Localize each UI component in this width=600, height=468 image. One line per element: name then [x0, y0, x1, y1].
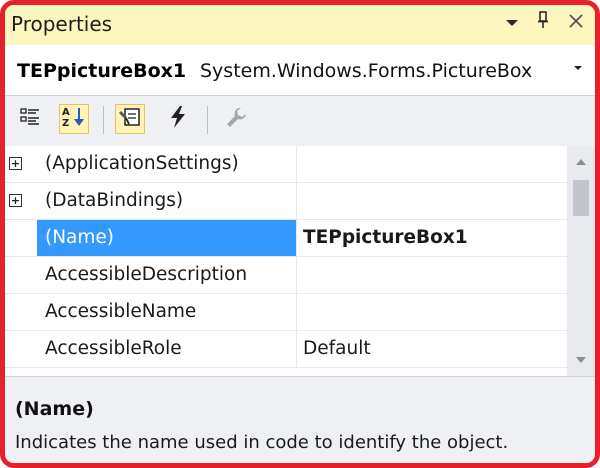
property-name[interactable]: AccessibleName — [37, 294, 296, 330]
expand-icon[interactable]: + — [9, 157, 22, 170]
object-selector[interactable]: TEPpictureBox1 System.Windows.Forms.Pict… — [5, 45, 595, 96]
close-icon[interactable] — [565, 11, 587, 35]
lightning-icon — [168, 105, 188, 133]
chevron-down-icon[interactable] — [573, 61, 583, 76]
categorized-button[interactable] — [15, 104, 45, 134]
row-gutter — [5, 220, 37, 257]
alphabetical-button[interactable]: A Z — [59, 104, 89, 134]
description-title: (Name) — [15, 398, 94, 420]
scroll-down-icon[interactable] — [571, 350, 591, 370]
svg-text:A: A — [62, 107, 70, 118]
row-gutter — [5, 294, 37, 331]
properties-icon — [118, 105, 142, 133]
svg-text:Z: Z — [62, 118, 69, 129]
toolbar-separator — [103, 106, 104, 134]
expand-icon[interactable]: + — [9, 194, 22, 207]
property-pages-button[interactable] — [221, 104, 251, 134]
property-name[interactable]: (DataBindings) — [37, 183, 296, 219]
property-name[interactable]: (ApplicationSettings) — [37, 146, 296, 182]
categorized-icon — [19, 106, 41, 132]
title-bar: Properties — [5, 5, 595, 45]
selected-object-name: TEPpictureBox1 — [17, 60, 187, 82]
description-splitter[interactable] — [5, 376, 595, 384]
description-pane: (Name) Indicates the name used in code t… — [5, 384, 595, 463]
dropdown-arrow-icon[interactable] — [501, 11, 523, 35]
row-gutter — [5, 331, 37, 368]
property-row[interactable]: + (ApplicationSettings) — [5, 146, 567, 183]
property-value[interactable] — [297, 146, 567, 182]
property-name[interactable]: AccessibleRole — [37, 331, 296, 367]
property-grid: + (ApplicationSettings) + (DataBindings)… — [5, 146, 567, 376]
property-row-selected[interactable]: (Name) TEPpictureBox1 — [5, 220, 567, 257]
row-gutter: + — [5, 183, 37, 220]
selected-object-type: System.Windows.Forms.PictureBox — [200, 60, 533, 82]
property-value[interactable] — [297, 183, 567, 219]
property-value[interactable] — [297, 257, 567, 293]
properties-toolbar: A Z — [5, 96, 595, 146]
property-row[interactable]: + (DataBindings) — [5, 183, 567, 220]
description-text: Indicates the name used in code to ident… — [15, 432, 509, 453]
row-gutter — [5, 257, 37, 294]
scroll-thumb[interactable] — [573, 180, 589, 216]
wrench-icon — [224, 105, 248, 133]
property-name[interactable]: (Name) — [37, 220, 296, 256]
property-row[interactable]: AccessibleRole Default — [5, 331, 567, 368]
property-value[interactable]: TEPpictureBox1 — [297, 220, 567, 256]
property-value[interactable] — [297, 294, 567, 330]
pin-icon[interactable] — [533, 11, 555, 35]
scroll-up-icon[interactable] — [571, 152, 591, 172]
grid-scrollbar[interactable] — [567, 146, 595, 376]
sort-az-icon: A Z — [61, 105, 87, 133]
toolbar-separator — [207, 106, 208, 134]
window-title: Properties — [11, 12, 113, 36]
properties-button[interactable] — [115, 104, 145, 134]
events-button[interactable] — [163, 104, 193, 134]
property-name[interactable]: AccessibleDescription — [37, 257, 296, 293]
properties-window: Properties TEPpictureBox1 System.Windows… — [0, 0, 600, 468]
property-value[interactable]: Default — [297, 331, 567, 367]
property-row[interactable]: AccessibleName — [5, 294, 567, 331]
property-row[interactable]: AccessibleDescription — [5, 257, 567, 294]
row-gutter: + — [5, 146, 37, 183]
